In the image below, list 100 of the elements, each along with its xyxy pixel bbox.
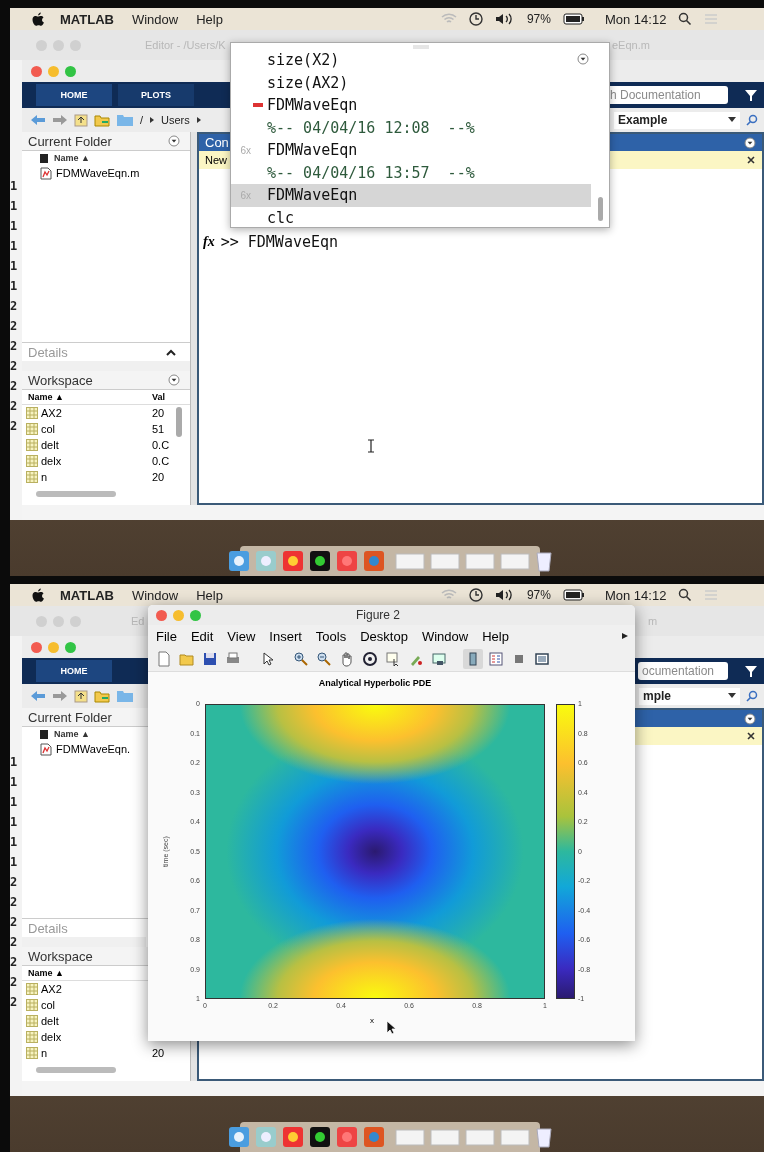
scrollbar[interactable] bbox=[176, 407, 182, 437]
filter-icon[interactable] bbox=[744, 664, 758, 678]
up-folder-icon[interactable] bbox=[74, 113, 88, 127]
history-item[interactable]: %-- 04/04/16 13:57 --% bbox=[231, 161, 591, 184]
volume-icon[interactable] bbox=[494, 588, 515, 602]
battery-icon[interactable] bbox=[562, 13, 585, 25]
caret-icon[interactable] bbox=[728, 117, 736, 123]
variable-name[interactable]: delt bbox=[41, 439, 59, 451]
new-file-icon[interactable] bbox=[156, 651, 172, 667]
zoom-button[interactable] bbox=[65, 641, 76, 653]
file-name[interactable]: FDMWaveEqn.m bbox=[56, 167, 140, 179]
legend-icon[interactable] bbox=[488, 651, 504, 667]
menu-item[interactable]: Help bbox=[196, 587, 223, 603]
menu-item[interactable]: Help bbox=[482, 628, 509, 644]
app-menu[interactable]: MATLAB bbox=[60, 11, 114, 27]
menu-item[interactable]: Window bbox=[421, 628, 469, 644]
menu-item[interactable]: Tools bbox=[315, 628, 347, 644]
browse-folder-icon[interactable] bbox=[94, 689, 110, 703]
column-header[interactable]: Name ▲ bbox=[54, 729, 90, 739]
close-button[interactable] bbox=[31, 641, 42, 653]
clock-icon[interactable] bbox=[468, 588, 483, 602]
history-item[interactable]: FDMWaveEqn bbox=[231, 94, 591, 117]
panel-menu-icon[interactable] bbox=[744, 136, 756, 149]
panel-menu-icon[interactable] bbox=[577, 53, 589, 65]
close-button[interactable] bbox=[156, 609, 167, 621]
variable-name[interactable]: delt bbox=[41, 1015, 59, 1027]
column-header[interactable]: Name ▲ bbox=[54, 153, 90, 163]
path-segment[interactable]: / bbox=[140, 114, 144, 126]
zoom-button[interactable] bbox=[65, 65, 76, 77]
filter-icon[interactable] bbox=[744, 88, 758, 102]
toolstrip-tab[interactable]: PLOTS bbox=[118, 84, 194, 106]
up-folder-icon[interactable] bbox=[74, 689, 88, 703]
variable-name[interactable]: n bbox=[41, 1047, 48, 1059]
clock-text[interactable]: Mon 14:12 bbox=[604, 11, 667, 27]
history-item[interactable]: 6x FDMWaveEqn bbox=[231, 139, 591, 162]
clock-text[interactable]: Mon 14:12 bbox=[604, 587, 667, 603]
file-name[interactable]: FDMWaveEqn. bbox=[56, 743, 131, 755]
scrollbar[interactable] bbox=[36, 491, 116, 497]
trash-icon[interactable] bbox=[534, 550, 553, 572]
variable-name[interactable]: AX2 bbox=[41, 983, 62, 995]
search-icon[interactable] bbox=[678, 12, 693, 26]
folder-icon[interactable] bbox=[116, 689, 134, 703]
folder-field[interactable]: Example bbox=[614, 111, 740, 129]
menu-item[interactable]: Desktop bbox=[360, 628, 408, 644]
panel-menu-icon[interactable] bbox=[168, 374, 180, 386]
close-button[interactable] bbox=[31, 65, 42, 77]
panel-icon[interactable] bbox=[534, 651, 550, 667]
variable-name[interactable]: col bbox=[41, 999, 56, 1011]
menu-item[interactable]: Insert bbox=[269, 628, 302, 644]
back-arrow-icon[interactable] bbox=[30, 114, 46, 126]
column-header[interactable]: Val bbox=[152, 392, 176, 402]
app-icon[interactable] bbox=[227, 1126, 250, 1148]
window-thumbnail[interactable] bbox=[464, 552, 495, 570]
menu-item[interactable]: File bbox=[156, 628, 177, 644]
forward-arrow-icon[interactable] bbox=[52, 690, 68, 702]
close-icon[interactable] bbox=[746, 731, 756, 741]
app-menu[interactable]: MATLAB bbox=[60, 587, 114, 603]
minimize-button[interactable] bbox=[48, 65, 59, 77]
toolstrip-tab[interactable]: HOME bbox=[36, 84, 112, 106]
history-item[interactable]: %-- 04/04/16 12:08 --% bbox=[231, 116, 591, 139]
window-thumbnail[interactable] bbox=[499, 552, 530, 570]
panel-menu-icon[interactable] bbox=[168, 135, 180, 147]
apple-icon[interactable] bbox=[30, 587, 46, 603]
history-item[interactable]: clc bbox=[231, 206, 591, 229]
window-thumbnail[interactable] bbox=[394, 1128, 425, 1146]
variable-name[interactable]: delx bbox=[41, 455, 62, 467]
toolstrip-tab[interactable]: HOME bbox=[36, 660, 112, 682]
overflow-arrow-icon[interactable] bbox=[621, 632, 629, 640]
scrollbar[interactable] bbox=[598, 197, 603, 221]
app-icon[interactable] bbox=[308, 550, 331, 572]
close-icon[interactable] bbox=[746, 155, 756, 165]
forward-arrow-icon[interactable] bbox=[52, 114, 68, 126]
path-segment[interactable]: Users bbox=[161, 114, 190, 126]
panel-menu-icon[interactable] bbox=[744, 712, 756, 725]
window-thumbnail[interactable] bbox=[464, 1128, 495, 1146]
variable-name[interactable]: col bbox=[41, 423, 56, 435]
save-icon[interactable] bbox=[202, 651, 218, 667]
wifi-icon[interactable] bbox=[440, 589, 457, 601]
window-thumbnail[interactable] bbox=[429, 552, 460, 570]
history-item[interactable]: size(AX2) bbox=[231, 71, 591, 94]
command-line[interactable]: >> FDMWaveEqn bbox=[220, 233, 339, 251]
data-cursor-icon[interactable] bbox=[385, 651, 401, 667]
menu-item[interactable]: Window bbox=[131, 587, 179, 603]
menu-item[interactable]: View bbox=[227, 628, 256, 644]
chevron-up-icon[interactable] bbox=[166, 348, 176, 356]
variable-name[interactable]: AX2 bbox=[41, 407, 62, 419]
search-icon[interactable] bbox=[678, 588, 693, 602]
caret-icon[interactable] bbox=[728, 693, 736, 699]
menu-item[interactable]: Edit bbox=[190, 628, 214, 644]
apple-icon[interactable] bbox=[30, 11, 46, 27]
window-thumbnail[interactable] bbox=[394, 552, 425, 570]
folder-icon[interactable] bbox=[116, 113, 134, 127]
zoom-in-icon[interactable] bbox=[293, 651, 309, 667]
function-browser-button[interactable]: fx bbox=[201, 234, 217, 250]
history-item[interactable]: size(X2) bbox=[231, 49, 591, 72]
menu-item[interactable]: Window bbox=[131, 11, 179, 27]
browse-folder-icon[interactable] bbox=[94, 113, 110, 127]
back-arrow-icon[interactable] bbox=[30, 690, 46, 702]
minimize-button[interactable] bbox=[173, 609, 184, 621]
column-header[interactable]: Name ▲ bbox=[28, 968, 64, 978]
